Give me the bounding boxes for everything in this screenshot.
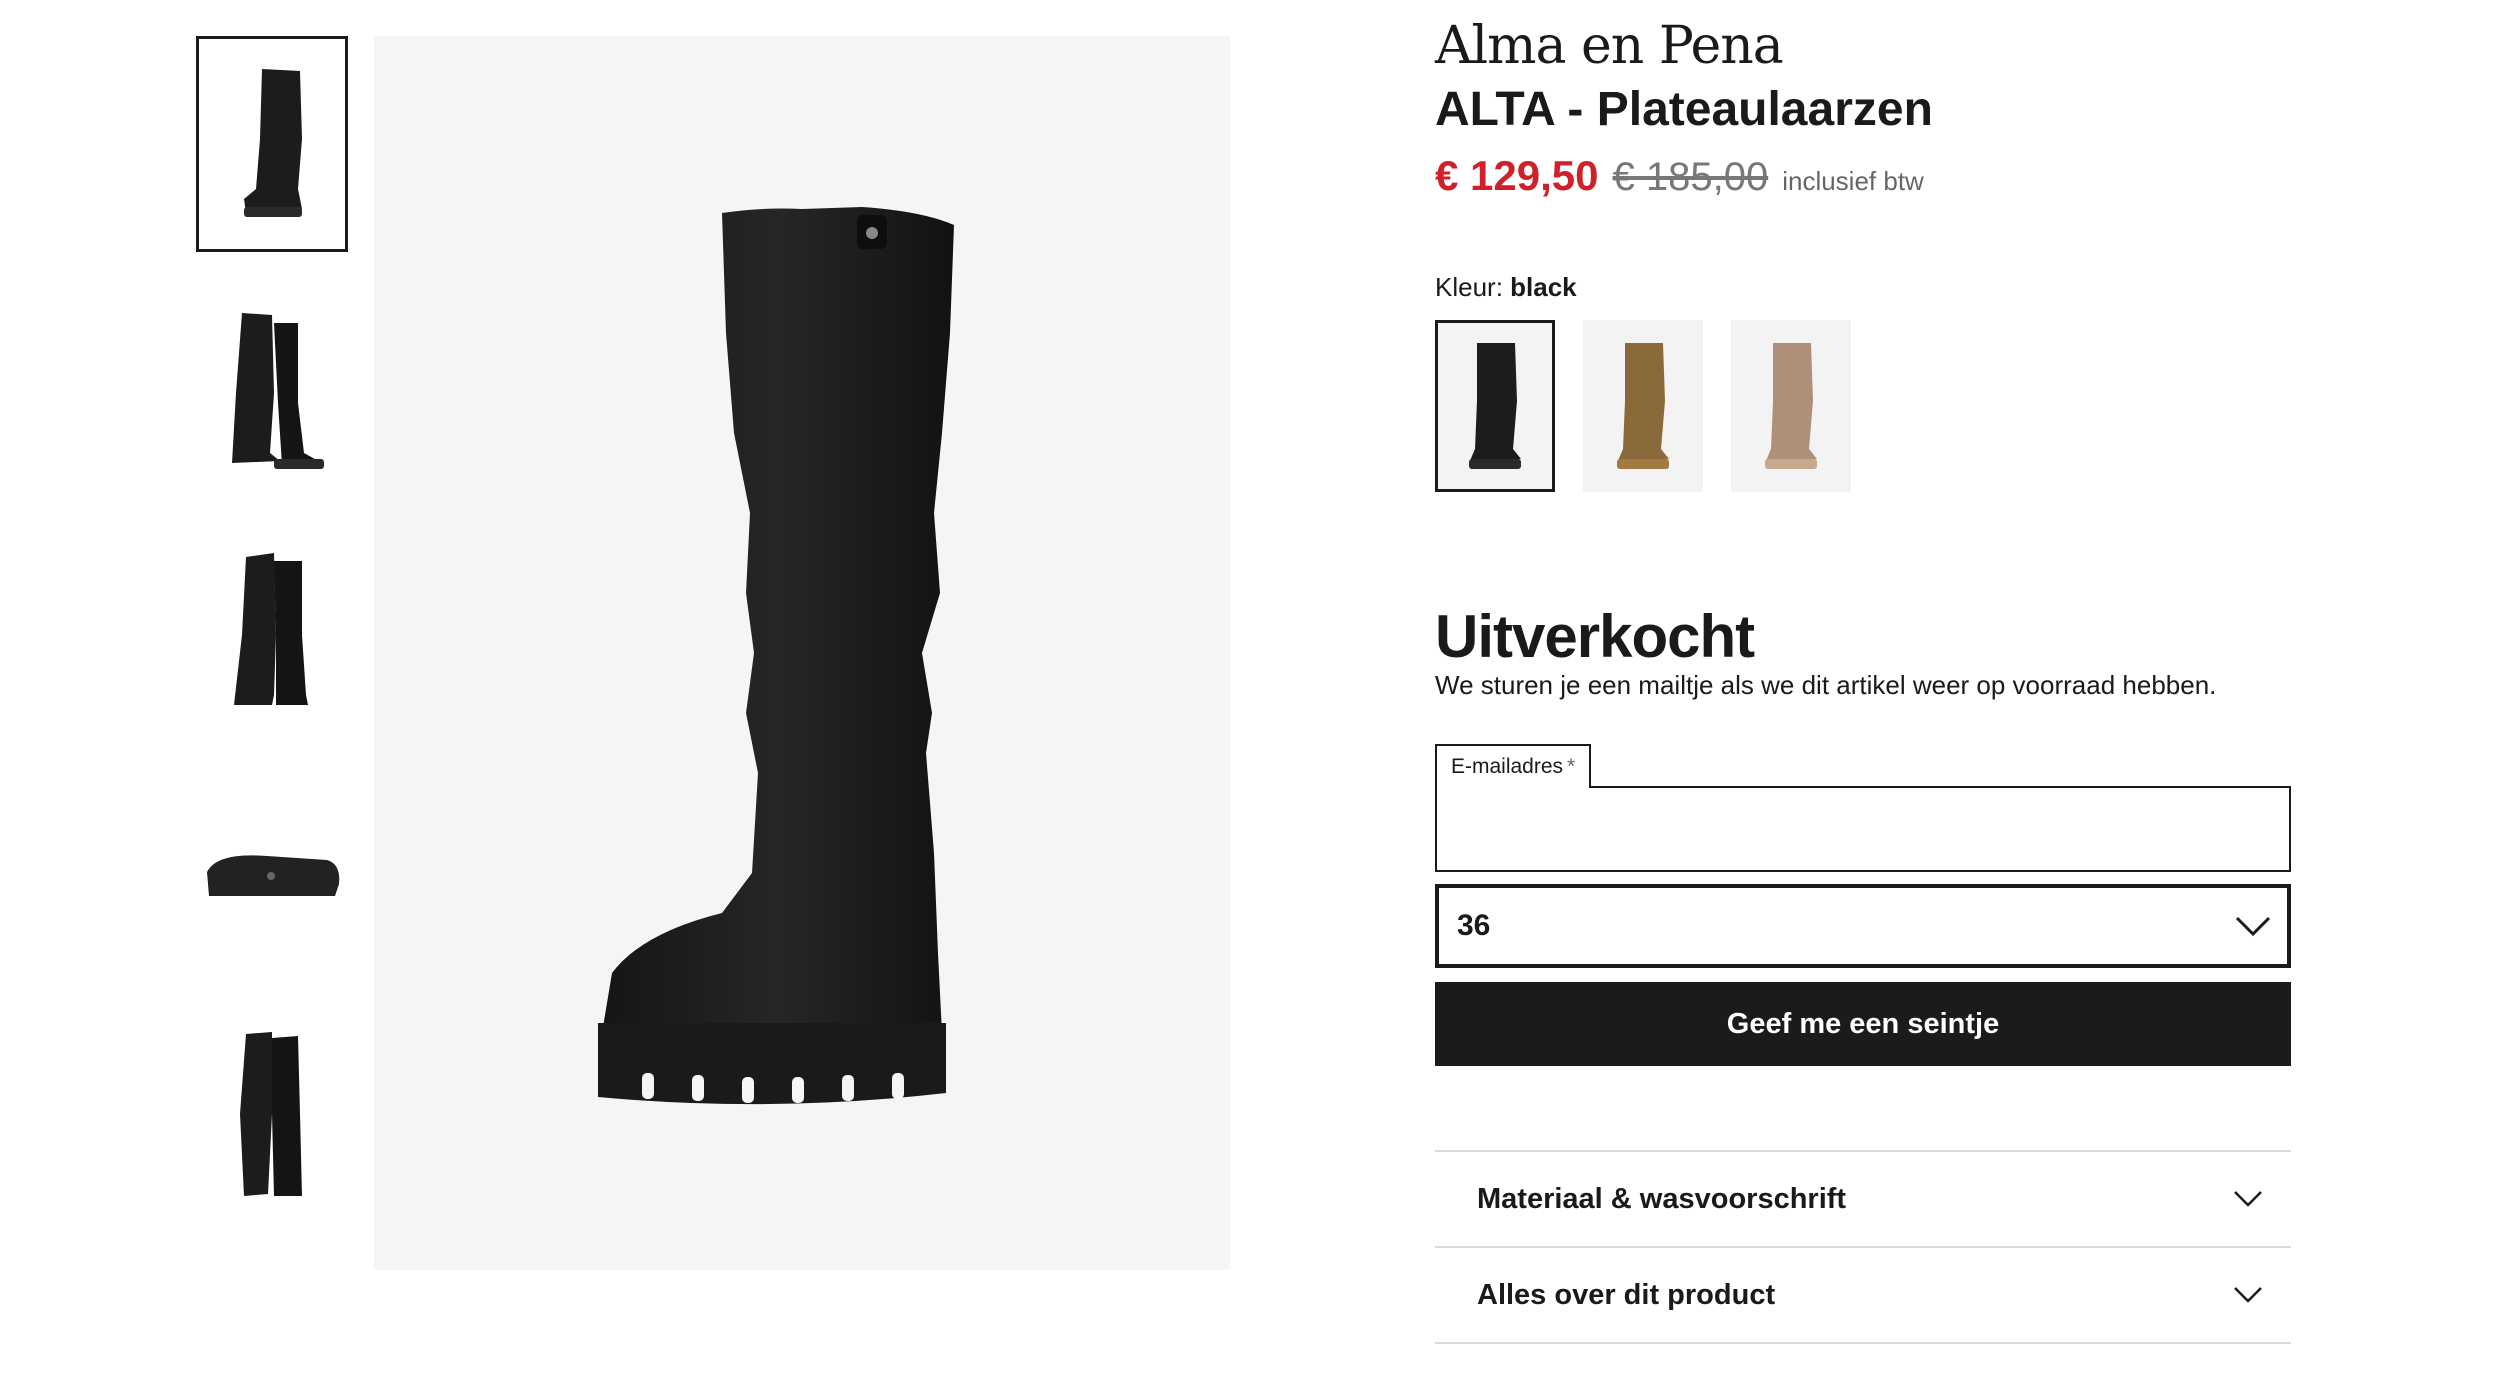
required-mark: * — [1567, 755, 1576, 778]
vat-note: inclusief btw — [1782, 166, 1924, 196]
boot-pair-back-image — [234, 553, 308, 705]
thumbnail-sole-view[interactable] — [196, 764, 348, 980]
accordion-title: Alles over dit product — [1477, 1278, 1776, 1311]
thumbnail-side-view[interactable] — [196, 36, 348, 252]
email-field[interactable] — [1435, 786, 2291, 872]
swatch-taupe[interactable] — [1731, 320, 1851, 492]
sold-out-message: We sturen je een mailtje als we dit arti… — [1435, 670, 2217, 700]
accordion-material-care[interactable]: Materiaal & wasvoorschrift — [1435, 1150, 2291, 1246]
boot-sole-image — [207, 855, 340, 896]
thumbnail-pair-front-view[interactable] — [196, 280, 348, 496]
color-swatches — [1435, 320, 1851, 492]
notify-me-button[interactable]: Geef me een seintje — [1435, 982, 2291, 1066]
accordion-product-details[interactable]: Alles over dit product — [1435, 1246, 2291, 1342]
sold-out-heading: Uitverkocht — [1435, 603, 1755, 670]
brand-name[interactable]: Alma en Pena — [1435, 16, 1784, 76]
boot-camel-swatch-image — [1617, 343, 1669, 469]
price-row: € 129,50 € 185,00 inclusief btw — [1435, 152, 1924, 200]
boot-pair-heel-image — [240, 1032, 302, 1196]
boot-thumbnail-image — [244, 69, 302, 217]
accordion-title: Materiaal & wasvoorschrift — [1477, 1182, 1847, 1215]
boot-taupe-swatch-image — [1765, 343, 1817, 469]
boot-black-swatch-image — [1469, 343, 1521, 469]
chevron-down-icon — [2234, 1287, 2262, 1303]
selected-color: black — [1510, 272, 1577, 302]
email-label-text: E-mailadres — [1451, 755, 1564, 778]
product-accordion: Materiaal & wasvoorschrift Alles over di… — [1435, 1150, 2291, 1382]
thumbnail-pair-heel-view[interactable] — [196, 1006, 348, 1222]
boot-main-image — [598, 207, 954, 1105]
main-product-image[interactable] — [374, 36, 1230, 1270]
chevron-down-icon — [2235, 916, 2271, 937]
accordion-next-item[interactable] — [1435, 1342, 2291, 1382]
original-price: € 185,00 — [1612, 155, 1769, 199]
size-selected-value: 36 — [1457, 909, 1491, 942]
size-select[interactable]: 36 — [1435, 884, 2291, 968]
swatch-black[interactable] — [1435, 320, 1555, 492]
boot-pair-front-image — [232, 313, 324, 469]
swatch-camel[interactable] — [1583, 320, 1703, 492]
chevron-down-icon — [2234, 1191, 2262, 1207]
product-title: ALTA - Plateaulaarzen — [1435, 83, 1933, 136]
color-label-row: Kleur: black — [1435, 272, 1577, 303]
sale-price: € 129,50 — [1435, 152, 1599, 199]
color-label: Kleur: — [1435, 272, 1503, 302]
thumbnail-pair-back-view[interactable] — [196, 522, 348, 738]
email-field-label: E-mailadres * — [1435, 744, 1592, 788]
